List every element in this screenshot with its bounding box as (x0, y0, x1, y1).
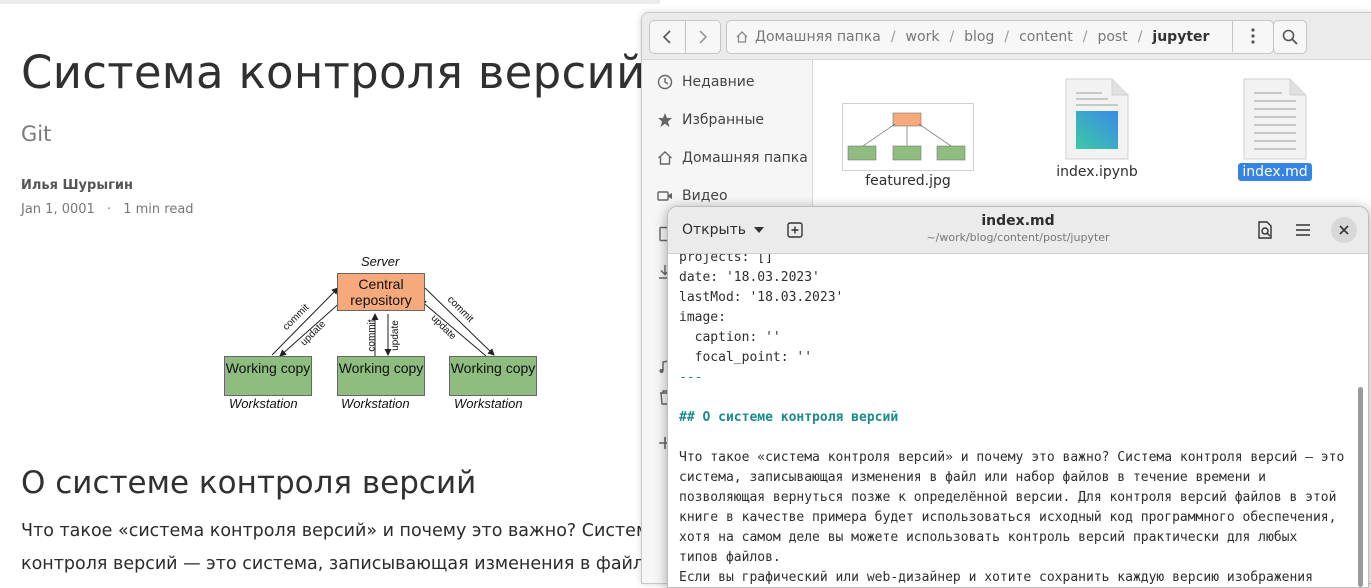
video-icon (656, 188, 674, 204)
code-line: image: (679, 310, 726, 325)
code-line: focal_point: '' (679, 350, 813, 365)
path-separator: / (949, 29, 955, 45)
code-line: caption: '' (679, 330, 781, 345)
path-menu-button[interactable] (1232, 20, 1273, 52)
diagram-arrows (271, 287, 495, 357)
paragraph-line: контроля версий — это система, записываю… (21, 554, 645, 574)
search-icon (1282, 29, 1298, 45)
path-segment-post[interactable]: post (1091, 29, 1133, 45)
hamburger-menu-icon (1296, 224, 1310, 236)
code-line: хотя на самом деле вы можете использоват… (679, 530, 1298, 545)
back-button[interactable] (650, 21, 685, 53)
chevron-left-icon (663, 30, 671, 44)
sidebar-item-label: Недавние (682, 74, 755, 90)
home-icon (735, 30, 749, 44)
code-line: книге в качестве примера будет использов… (679, 510, 1337, 525)
path-separator: / (1137, 29, 1143, 45)
search-button[interactable] (1273, 20, 1307, 54)
commit-label-center: commit (366, 319, 378, 352)
working-copy-box-3: Working copy (449, 356, 537, 396)
close-icon (1339, 225, 1349, 235)
file-item-index-md[interactable]: index.md (1210, 77, 1340, 181)
document-search-icon (1258, 221, 1272, 239)
code-line: date: '18.03.2023' (679, 270, 820, 285)
file-name-selected: index.md (1238, 163, 1312, 181)
sidebar-item-starred[interactable]: Избранные (642, 101, 812, 139)
code-line: --- (679, 370, 703, 385)
file-name: featured.jpg (865, 173, 951, 189)
code-line: типов файлов. (679, 550, 781, 565)
sidebar-item-label: Избранные (682, 112, 764, 128)
kebab-menu-icon (1251, 28, 1255, 44)
diagram-server-label: Server (361, 254, 400, 269)
star-icon (656, 112, 674, 128)
path-segment-content[interactable]: content (1013, 29, 1079, 45)
working-copy-box-2: Working copy (337, 356, 425, 396)
file-item-featured[interactable]: featured.jpg (841, 103, 975, 190)
sidebar-item-label: Домашняя папка (682, 150, 808, 166)
code-line: система, записывающая изменения в файл и… (679, 470, 1266, 485)
workstation-label-1: Workstation (229, 396, 298, 411)
image-thumbnail-icon (842, 103, 974, 171)
editor-headerbar: Открыть index.md ~/work/blog/content/pos… (668, 207, 1368, 254)
workstation-label-2: Workstation (341, 396, 410, 411)
code-line: Что такое «система контроля версий» и по… (679, 450, 1345, 465)
chevron-right-icon (699, 30, 707, 44)
path-segment-jupyter[interactable]: jupyter (1146, 29, 1215, 45)
code-line: позволяющая вернуться позже к определённ… (679, 490, 1337, 505)
update-label-center: update (389, 320, 401, 351)
clock-icon (656, 74, 674, 90)
editor-scrollbar[interactable] (1358, 387, 1363, 587)
save-button[interactable] (1252, 217, 1278, 243)
paragraph-line: Что такое «система контроля версий» и по… (21, 521, 660, 541)
sidebar-item-label: Видео (682, 188, 728, 204)
path-segment-blog[interactable]: blog (958, 29, 1000, 45)
file-item-notebook[interactable]: index.ipynb (1030, 77, 1164, 181)
blog-page: Система контроля версий Git Илья Шурыгин… (0, 0, 660, 582)
path-bar[interactable]: Домашняя папка / work / blog / content /… (726, 20, 1274, 54)
sidebar-item-recent[interactable]: Недавние (642, 63, 812, 101)
code-line-heading: ## О системе контроля версий (679, 410, 899, 425)
file-name: index.ipynb (1056, 164, 1138, 180)
code-line: lastMod: '18.03.2023' (679, 290, 844, 305)
working-copy-box-1: Working copy (224, 356, 312, 396)
path-separator: / (1004, 29, 1010, 45)
path-segment-home[interactable]: Домашняя папка (749, 29, 887, 45)
code-line: Если вы графический или web-дизайнер и х… (679, 570, 1313, 585)
section-heading: О системе контроля версий (21, 465, 477, 501)
path-separator: / (890, 29, 896, 45)
notebook-file-icon (1064, 77, 1130, 161)
text-editor-window: Открыть index.md ~/work/blog/content/pos… (667, 206, 1369, 588)
path-segment-work[interactable]: work (900, 29, 946, 45)
path-separator: / (1082, 29, 1088, 45)
file-manager-headerbar: Домашняя папка / work / blog / content /… (642, 13, 1371, 60)
home-icon (656, 150, 674, 166)
section-paragraph: Что такое «система контроля версий» и по… (21, 515, 661, 581)
sidebar-item-home[interactable]: Домашняя папка (642, 139, 812, 177)
text-file-icon (1242, 77, 1308, 161)
main-menu-button[interactable] (1290, 217, 1316, 243)
code-line: projects: [] (679, 254, 773, 265)
workstation-label-3: Workstation (454, 396, 523, 411)
navigation-buttons (649, 20, 721, 54)
close-button[interactable] (1331, 217, 1357, 243)
forward-button[interactable] (684, 21, 721, 53)
editor-text-area[interactable]: projects: [] date: '18.03.2023' lastMod:… (679, 254, 1359, 587)
central-repository-box: Central repository (337, 273, 425, 311)
